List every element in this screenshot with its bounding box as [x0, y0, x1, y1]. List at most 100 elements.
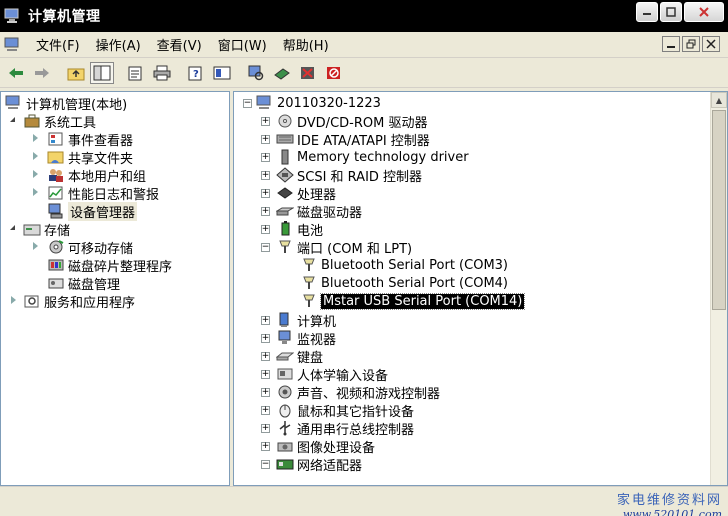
device-category-ide[interactable]: IDE ATA/ATAPI 控制器	[276, 130, 430, 149]
console-tree-pane[interactable]: 计算机管理(本地) 系统工具 事件查看器 共享文件夹 本地用户和组 性能日志和警…	[0, 91, 230, 486]
expand-icon[interactable]: +	[261, 370, 270, 379]
device-category-mouse[interactable]: 鼠标和其它指针设备	[276, 401, 414, 420]
up-level-button[interactable]	[64, 62, 88, 84]
expand-icon[interactable]: +	[261, 225, 270, 234]
properties-button[interactable]	[124, 62, 148, 84]
minimize-icon	[667, 46, 675, 48]
tree-item-perf-logs[interactable]: 性能日志和警报	[47, 184, 159, 203]
menu-window[interactable]: 窗口(W)	[210, 35, 275, 54]
expand-icon[interactable]	[33, 188, 38, 196]
device-category-disk[interactable]: 磁盘驱动器	[276, 202, 362, 221]
scroll-thumb[interactable]	[712, 110, 726, 310]
expand-icon[interactable]: +	[261, 442, 270, 451]
mdi-close-button[interactable]	[702, 36, 720, 52]
device-bluetooth-com4[interactable]: Bluetooth Serial Port (COM4)	[300, 274, 508, 292]
collapse-icon[interactable]	[10, 117, 15, 122]
vertical-scrollbar[interactable]: ▲	[710, 92, 727, 485]
device-tree-pane[interactable]: − 20110320-1223 + DVD/CD-ROM 驱动器 + IDE A…	[233, 91, 728, 486]
console-button[interactable]	[210, 62, 234, 84]
mdi-minimize-button[interactable]	[662, 36, 680, 52]
expand-icon[interactable]: +	[261, 334, 270, 343]
device-bluetooth-com3[interactable]: Bluetooth Serial Port (COM3)	[300, 256, 508, 274]
close-button[interactable]	[684, 2, 724, 22]
scroll-up-arrow-icon[interactable]: ▲	[711, 92, 727, 108]
device-category-monitor[interactable]: 监视器	[276, 329, 337, 348]
device-category-battery[interactable]: 电池	[276, 220, 323, 239]
expand-icon[interactable]: +	[261, 135, 270, 144]
forward-button[interactable]	[30, 62, 54, 84]
toolbox-icon	[24, 114, 40, 128]
tree-item-services-apps[interactable]: 服务和应用程序	[23, 292, 135, 311]
tree-item-defrag[interactable]: 磁盘碎片整理程序	[47, 256, 172, 275]
expand-icon[interactable]: +	[261, 352, 270, 361]
tree-item-shared-folders[interactable]: 共享文件夹	[47, 148, 133, 167]
expand-icon[interactable]: +	[261, 207, 270, 216]
tree-label: 本地用户和组	[68, 169, 147, 185]
show-hide-tree-button[interactable]	[90, 61, 114, 84]
tree-label: 监视器	[297, 332, 337, 348]
menu-action[interactable]: 操作(A)	[88, 35, 149, 54]
device-category-imaging[interactable]: 图像处理设备	[276, 437, 376, 456]
tree-item-removable-storage[interactable]: 可移动存储	[47, 238, 133, 257]
expand-icon[interactable]: +	[261, 424, 270, 433]
tree-item-event-viewer[interactable]: 事件查看器	[47, 130, 133, 149]
collapse-icon[interactable]: −	[261, 460, 270, 469]
computer-icon	[279, 312, 289, 327]
device-mstar-com14[interactable]: Mstar USB Serial Port (COM14)	[300, 292, 526, 310]
back-arrow-icon	[9, 67, 23, 78]
tree-item-disk-management[interactable]: 磁盘管理	[47, 274, 120, 293]
tree-label: 图像处理设备	[297, 440, 376, 456]
scan-hardware-button[interactable]	[244, 62, 268, 84]
device-category-network[interactable]: 网络适配器	[276, 455, 362, 474]
tree-item-local-users[interactable]: 本地用户和组	[47, 166, 147, 185]
tree-item-device-manager[interactable]: 设备管理器	[47, 201, 138, 221]
help-button[interactable]: ?	[184, 62, 208, 84]
expand-icon[interactable]: +	[261, 406, 270, 415]
collapse-icon[interactable]	[10, 225, 15, 230]
collapse-icon[interactable]: −	[261, 243, 270, 252]
device-category-memory[interactable]: Memory technology driver	[276, 148, 469, 166]
device-category-ports[interactable]: 端口 (COM 和 LPT)	[276, 238, 412, 257]
console-menu-icon[interactable]	[4, 37, 22, 53]
maximize-button[interactable]	[660, 2, 682, 22]
properties-icon	[128, 66, 142, 80]
menu-file[interactable]: 文件(F)	[28, 35, 88, 54]
expand-icon[interactable]	[33, 152, 38, 160]
disable-device-button[interactable]	[296, 62, 320, 84]
expand-icon[interactable]: +	[261, 189, 270, 198]
device-category-keyboard[interactable]: 键盘	[276, 347, 323, 366]
update-driver-button[interactable]	[270, 62, 294, 84]
device-category-computer[interactable]: 计算机	[276, 311, 336, 330]
device-root-computer[interactable]: 20110320-1223	[256, 94, 381, 112]
device-category-processor[interactable]: 处理器	[276, 184, 336, 203]
tree-item-storage[interactable]: 存储	[23, 220, 70, 239]
tree-label: IDE ATA/ATAPI 控制器	[297, 133, 430, 149]
tree-item-computer-management[interactable]: 计算机管理(本地)	[5, 94, 127, 113]
watermark-title: 家电维修资料网	[616, 493, 722, 508]
expand-icon[interactable]: +	[261, 153, 270, 162]
console-icon	[213, 66, 231, 79]
print-button[interactable]	[150, 62, 174, 84]
uninstall-device-button[interactable]	[322, 62, 346, 84]
back-button[interactable]	[4, 62, 28, 84]
expand-icon[interactable]: +	[261, 117, 270, 126]
device-category-dvd[interactable]: DVD/CD-ROM 驱动器	[276, 112, 427, 131]
status-bar: 家电维修资料网 www.520101.com	[0, 486, 728, 516]
expand-icon[interactable]	[11, 296, 16, 304]
device-category-usb[interactable]: 通用串行总线控制器	[276, 419, 414, 438]
expand-icon[interactable]: +	[261, 171, 270, 180]
menu-help[interactable]: 帮助(H)	[275, 35, 337, 54]
expand-icon[interactable]	[33, 170, 38, 178]
expand-icon[interactable]: +	[261, 388, 270, 397]
expand-icon[interactable]	[33, 134, 38, 142]
device-category-scsi[interactable]: SCSI 和 RAID 控制器	[276, 166, 422, 185]
minimize-button[interactable]	[636, 2, 658, 22]
device-category-hid[interactable]: 人体学输入设备	[276, 365, 388, 384]
tree-item-system-tools[interactable]: 系统工具	[23, 112, 96, 131]
menu-view[interactable]: 查看(V)	[149, 35, 210, 54]
mdi-restore-button[interactable]	[682, 36, 700, 52]
collapse-icon[interactable]: −	[243, 99, 252, 108]
expand-icon[interactable]: +	[261, 316, 270, 325]
device-category-sound[interactable]: 声音、视频和游戏控制器	[276, 383, 440, 402]
expand-icon[interactable]	[33, 242, 38, 250]
